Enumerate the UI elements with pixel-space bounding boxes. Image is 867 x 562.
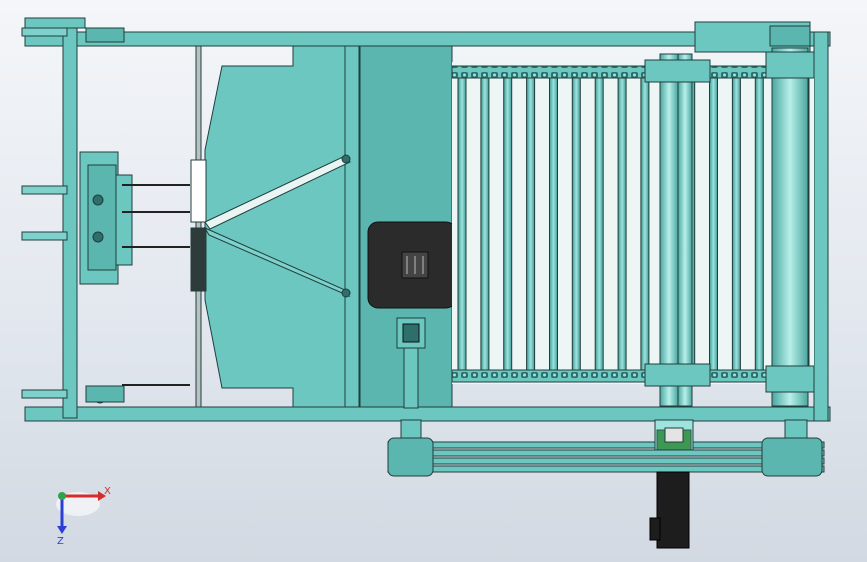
left-rail (62, 17, 78, 419)
conveyor-rod (480, 77, 490, 371)
conveyor-rod (526, 77, 536, 371)
gearbox (649, 471, 690, 549)
z-label: Z (57, 536, 64, 547)
link-pivot-bottom (341, 288, 351, 298)
chain-top (451, 65, 815, 79)
bottom-rail (24, 406, 831, 422)
belt-4 (387, 465, 825, 473)
conveyor (451, 47, 815, 407)
pulley-right (761, 437, 823, 477)
hitch-inner-plate (87, 164, 117, 271)
upper-arm-end (769, 25, 811, 47)
drive-shaft (403, 347, 419, 409)
pin-2 (21, 231, 68, 241)
hopper-divider (344, 45, 360, 408)
conveyor-rod (503, 77, 513, 371)
blade-white (190, 159, 207, 223)
right-rail (813, 31, 829, 422)
chain-bottom (451, 369, 815, 383)
sprocket-top (644, 59, 711, 83)
z-arrow (57, 526, 67, 534)
belt-3 (387, 457, 825, 465)
rear-drum (771, 47, 809, 407)
sprocket-shaft-a (659, 53, 679, 407)
y-axis-dot (58, 492, 66, 500)
hitch-top-bracket (24, 17, 86, 29)
hook-top (85, 27, 125, 43)
conveyor-rod (617, 77, 627, 371)
hopper-plate (204, 45, 361, 408)
conveyor-rod (754, 77, 764, 371)
front-hitch (21, 17, 190, 404)
gearbox-flange (649, 517, 661, 541)
pulley-mid-inner (664, 427, 684, 443)
coupling-core (402, 323, 420, 343)
cad-viewport[interactable]: X Z (0, 0, 867, 562)
hitch-right-bracket (115, 174, 133, 266)
sprocket-bottom (644, 363, 711, 387)
belt-2 (387, 449, 825, 457)
pin-1 (21, 185, 68, 195)
drum-cap-top (765, 51, 815, 79)
axis-triad: X Z (56, 486, 111, 547)
conveyor-rod (571, 77, 581, 371)
x-label: X (104, 486, 111, 497)
conveyor-rod (594, 77, 604, 371)
conveyor-rod (640, 77, 650, 371)
hook-bottom (85, 385, 125, 403)
pulley-left (387, 437, 434, 477)
pin-3 (21, 389, 68, 399)
cross-bar-rod (195, 45, 202, 408)
conveyor-rod (731, 77, 741, 371)
blade-dark (190, 227, 207, 292)
sprocket-shaft-b (677, 53, 693, 407)
pin-4 (21, 27, 68, 37)
belt-drive (387, 419, 825, 477)
belt-1 (387, 441, 825, 449)
drum-cap-bottom (765, 365, 815, 393)
bolt-2 (92, 231, 104, 243)
bolt-1 (92, 194, 104, 206)
conveyor-rod (549, 77, 558, 371)
gearbox-body (656, 471, 690, 549)
conveyor-rod (457, 77, 467, 371)
conveyor-rod (709, 77, 718, 371)
link-pivot-top (341, 154, 351, 164)
